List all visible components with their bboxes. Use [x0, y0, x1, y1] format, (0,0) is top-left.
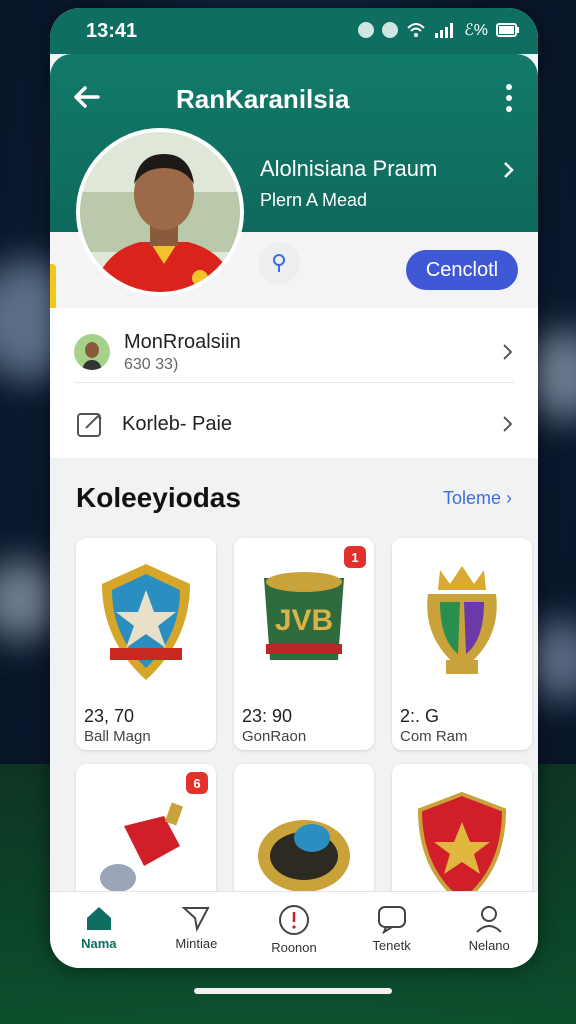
info-row-title: MonRroalsiin — [124, 330, 241, 353]
back-arrow-icon[interactable] — [70, 80, 104, 114]
nav-label: Nama — [81, 936, 117, 951]
collection-card[interactable]: 2:. G Com Ram — [392, 538, 532, 750]
phone-screen: 13:41 ℰ% RanKaranilsia Alolnisiana Praum… — [50, 8, 538, 968]
profile-name: Alolnisiana Praum — [260, 156, 438, 181]
card-value: 23, 70 — [84, 706, 135, 726]
primary-action-button[interactable]: Cenclotl — [406, 250, 518, 290]
status-time: 13:41 — [86, 20, 138, 42]
info-row-subtitle: 630 33) — [124, 355, 179, 373]
nav-home[interactable]: Nama — [50, 892, 148, 968]
card-value: 2:. G — [400, 706, 440, 726]
home-icon — [86, 907, 111, 930]
info-list: MonRroalsiin 630 33) Korleb- Paie — [50, 308, 538, 458]
wifi-icon — [407, 23, 425, 37]
info-row-title: Korleb- Paie — [122, 412, 233, 435]
nav-label: Tenetk — [372, 938, 411, 953]
status-icons: ℰ% — [358, 20, 520, 40]
signal-icon — [435, 23, 454, 38]
battery-icon — [496, 23, 519, 37]
info-row-edit[interactable]: Korleb- Paie — [74, 394, 514, 454]
card-label: Com Ram — [400, 728, 468, 745]
home-indicator[interactable] — [194, 988, 392, 994]
location-pin-icon — [273, 254, 285, 272]
nav-messages[interactable]: Mintiae — [148, 892, 246, 968]
crown-trophy-icon — [427, 566, 497, 674]
chevron-right-icon — [503, 344, 513, 360]
bottom-navigation: Nama Mintiae Roonon Tenetk Nelano — [50, 891, 538, 968]
nav-profile[interactable]: Nelano — [440, 892, 538, 968]
nav-alerts[interactable]: Roonon — [245, 892, 343, 968]
more-menu-icon[interactable] — [506, 84, 514, 112]
collections-section: Koleeyiodas Toleme › 23, 70 Ball Magn 1 … — [50, 458, 538, 968]
card-label: GonRaon — [242, 728, 307, 745]
nav-label: Mintiae — [175, 936, 218, 951]
status-bar: 13:41 ℰ% — [50, 8, 538, 54]
info-row-player[interactable]: MonRroalsiin 630 33) — [74, 322, 514, 383]
page-title: RanKaranilsia — [176, 84, 350, 114]
alert-icon — [278, 905, 309, 935]
collection-card[interactable]: 1 JVB 23: 90 GonRaon — [234, 538, 374, 750]
nav-chat[interactable]: Tenetk — [343, 892, 441, 968]
card-value: 23: 90 — [242, 706, 293, 726]
shield-badge-icon — [102, 564, 190, 680]
location-button[interactable] — [258, 242, 300, 284]
svg-text:JVB: JVB — [275, 604, 333, 637]
collection-card[interactable]: 23, 70 Ball Magn — [76, 538, 216, 750]
notification-icon — [358, 22, 375, 38]
nav-label: Roonon — [271, 940, 317, 955]
chevron-right-icon — [503, 416, 513, 432]
trophy-cup-icon: JVB — [264, 572, 344, 660]
nav-label: Nelano — [468, 938, 510, 953]
shield-icon — [382, 22, 399, 38]
profile-avatar — [76, 128, 244, 296]
send-icon — [181, 907, 211, 932]
chevron-right-icon[interactable] — [502, 160, 516, 180]
mini-avatar — [74, 334, 110, 370]
battery-percent: ℰ% — [464, 22, 488, 39]
profile-subtitle: Plern A Mead — [260, 190, 368, 210]
chat-icon — [377, 906, 406, 934]
edit-icon — [77, 413, 102, 437]
see-all-link[interactable]: Toleme › — [443, 488, 512, 509]
person-icon — [476, 906, 502, 933]
card-label: Ball Magn — [84, 728, 151, 745]
section-title: Koleeyiodas — [76, 482, 241, 513]
